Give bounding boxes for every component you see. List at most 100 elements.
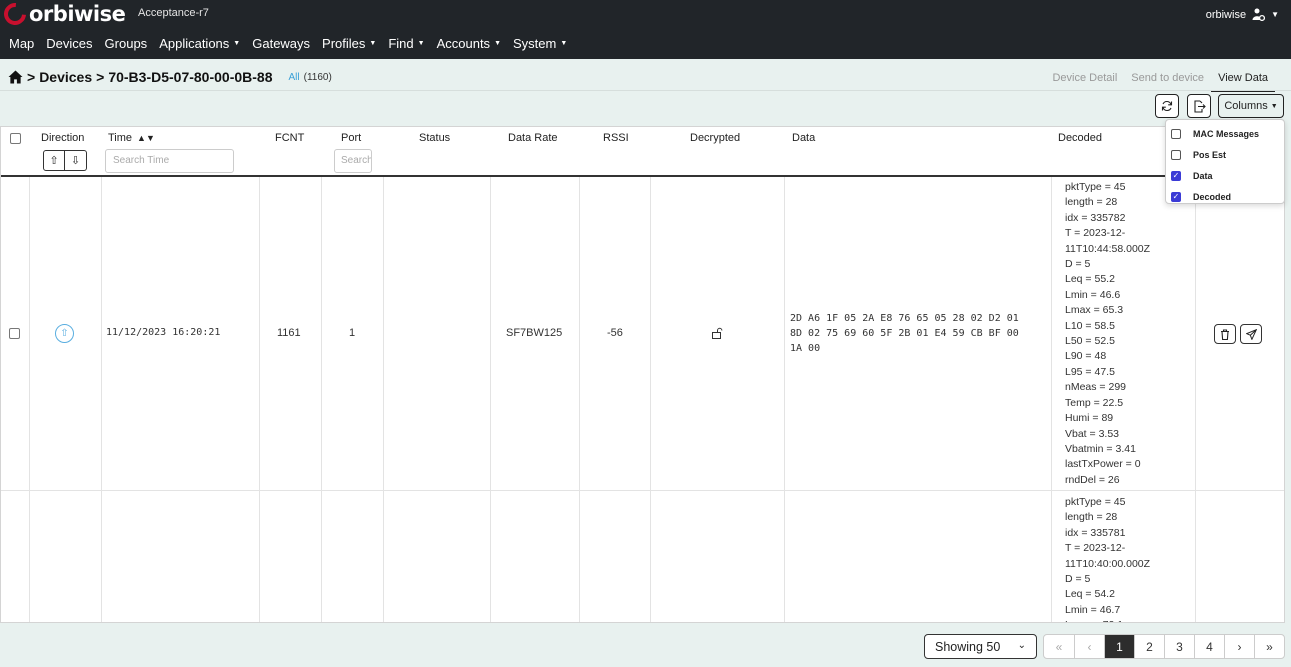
nav-item-applications[interactable]: Applications ▼	[153, 33, 246, 54]
column-option-label: Data	[1193, 170, 1213, 181]
nav-item-profiles[interactable]: Profiles ▼	[316, 33, 382, 54]
uplink-filter-button[interactable]: ⇧	[43, 150, 65, 171]
last-page-button[interactable]: »	[1254, 635, 1284, 658]
col-time-label: Time	[108, 132, 133, 144]
nav-item-system[interactable]: System ▼	[507, 33, 573, 54]
column-option-mac-messages[interactable]: MAC Messages	[1166, 123, 1284, 144]
search-time-input[interactable]: Search Time	[105, 149, 234, 173]
export-icon	[1193, 99, 1206, 113]
next-page-button[interactable]: ›	[1224, 635, 1254, 658]
col-data-rate: Data Rate	[508, 132, 558, 144]
all-devices-link[interactable]: All	[289, 72, 300, 83]
column-checkbox[interactable]	[1171, 149, 1181, 160]
environment-label: Acceptance-r7	[138, 7, 209, 19]
row-fcnt: 1161	[277, 327, 301, 339]
column-option-data[interactable]: ✓ Data	[1166, 165, 1284, 186]
decoded-line: idx = 335782	[1065, 211, 1126, 224]
table-header: Direction ⇧ ⇩ Time ▲▼ Search Time FCNT Po…	[1, 127, 1284, 177]
row-port: 1	[349, 327, 356, 339]
chevron-down-icon: ▼	[1270, 102, 1278, 110]
user-menu[interactable]: orbiwise ▼	[1206, 8, 1279, 21]
select-all-checkbox[interactable]	[10, 133, 21, 144]
column-divider	[579, 177, 580, 622]
logo-mark-icon	[0, 0, 31, 30]
device-count: (1160)	[303, 71, 332, 83]
nav-item-label: Gateways	[252, 36, 311, 51]
prev-page-button[interactable]: ‹	[1074, 635, 1104, 658]
decoded-line: Lmax = 72.1	[1065, 618, 1193, 622]
decoded-line: T = 2023-12-	[1065, 542, 1126, 555]
column-checkbox[interactable]	[1171, 128, 1181, 139]
col-direction: Direction	[41, 132, 85, 144]
column-divider	[784, 177, 785, 622]
decoded-line: L50 = 52.5	[1065, 335, 1115, 348]
decoded-line: L10 = 58.5	[1065, 319, 1115, 332]
nav-item-label: System	[513, 36, 557, 51]
decoded-line: 11T10:44:58.000Z	[1065, 242, 1151, 255]
resend-button[interactable]	[1240, 324, 1262, 344]
nav-item-devices[interactable]: Devices	[40, 33, 98, 54]
decoded-line: 11T10:40:00.000Z	[1065, 557, 1151, 570]
column-divider	[1195, 177, 1196, 622]
export-button[interactable]	[1187, 94, 1211, 118]
nav-item-map[interactable]: Map	[0, 33, 40, 54]
column-divider	[650, 177, 651, 622]
data-line: 1A 00	[790, 343, 821, 354]
column-option-label: MAC Messages	[1193, 128, 1260, 139]
chevron-down-icon: ▼	[369, 40, 377, 47]
first-page-button[interactable]: «	[1044, 635, 1074, 658]
decoded-line: Lmin = 46.7	[1065, 603, 1121, 616]
nav-item-label: Accounts	[436, 36, 491, 51]
home-icon[interactable]	[8, 70, 23, 84]
decoded-line: D = 5	[1065, 573, 1091, 586]
sort-icon[interactable]: ▲▼	[137, 133, 155, 143]
pagination: « ‹ 1 2 3 4 ›»	[1043, 634, 1285, 659]
downlink-filter-button[interactable]: ⇩	[65, 150, 87, 171]
page-button-4[interactable]: 4	[1194, 635, 1224, 658]
col-time[interactable]: Time ▲▼	[108, 132, 155, 144]
orbiwise-logo[interactable]: orbiwise	[0, 0, 126, 30]
page-size-label: Showing 50	[935, 639, 1001, 654]
nav-item-label: Find	[388, 36, 414, 51]
tab-device-detail[interactable]: Device Detail	[1045, 66, 1124, 92]
column-checkbox[interactable]: ✓	[1171, 170, 1181, 181]
row-data: 2D A6 1F 05 2A E8 76 65 05 28 02 D2 01 8…	[790, 311, 1045, 356]
top-navbar: orbiwise Acceptance-r7 orbiwise ▼ Map Dev…	[0, 0, 1291, 59]
direction-filter: ⇧ ⇩	[43, 150, 87, 171]
row-checkbox[interactable]	[9, 328, 20, 339]
tab-view-data[interactable]: View Data	[1211, 66, 1275, 92]
unlocked-icon	[712, 327, 723, 339]
breadcrumb-devices[interactable]: Devices	[39, 69, 92, 85]
nav-item-find[interactable]: Find ▼	[382, 33, 430, 54]
row-time: 11/12/2023 16:20:21	[106, 327, 221, 338]
page-button-2[interactable]: 2	[1134, 635, 1164, 658]
page-size-select[interactable]: Showing 50 ⌄	[924, 634, 1037, 659]
delete-button[interactable]	[1214, 324, 1236, 344]
nav-item-accounts[interactable]: Accounts ▼	[431, 33, 507, 54]
col-decrypted: Decrypted	[690, 132, 741, 144]
refresh-icon	[1161, 100, 1173, 112]
decoded-line: Vbatmin = 3.41	[1065, 442, 1136, 455]
refresh-button[interactable]	[1155, 94, 1179, 118]
decoded-line: Temp = 22.5	[1065, 396, 1124, 409]
decoded-line: Lmax = 65.3	[1065, 304, 1124, 317]
column-checkbox[interactable]: ✓	[1171, 191, 1181, 202]
decoded-line: D = 5	[1065, 258, 1091, 271]
data-line: 8D 02 75 69 60 5F 2B 01 E4 59 CB BF 00	[790, 328, 1019, 339]
columns-dropdown-button[interactable]: Columns ▼	[1218, 94, 1284, 118]
decoded-line: Humi = 89	[1065, 412, 1114, 425]
device-tabs: Device Detail Send to device View Data	[1045, 66, 1275, 92]
column-divider	[490, 177, 491, 622]
page-button-3[interactable]: 3	[1164, 635, 1194, 658]
column-option-decoded[interactable]: ✓ Decoded	[1166, 186, 1284, 207]
decoded-line: Leq = 55.2	[1065, 273, 1115, 286]
nav-item-label: Profiles	[322, 36, 366, 51]
search-port-input[interactable]: Search	[334, 149, 372, 173]
page-button-1[interactable]: 1	[1104, 635, 1134, 658]
decoded-line: pktType = 45	[1065, 496, 1126, 508]
tab-send-to-device[interactable]: Send to device	[1124, 66, 1211, 92]
nav-item-gateways[interactable]: Gateways	[246, 33, 316, 54]
column-option-pos-est[interactable]: Pos Est	[1166, 144, 1284, 165]
nav-item-groups[interactable]: Groups	[99, 33, 154, 54]
nav-item-label: Devices	[46, 36, 93, 51]
